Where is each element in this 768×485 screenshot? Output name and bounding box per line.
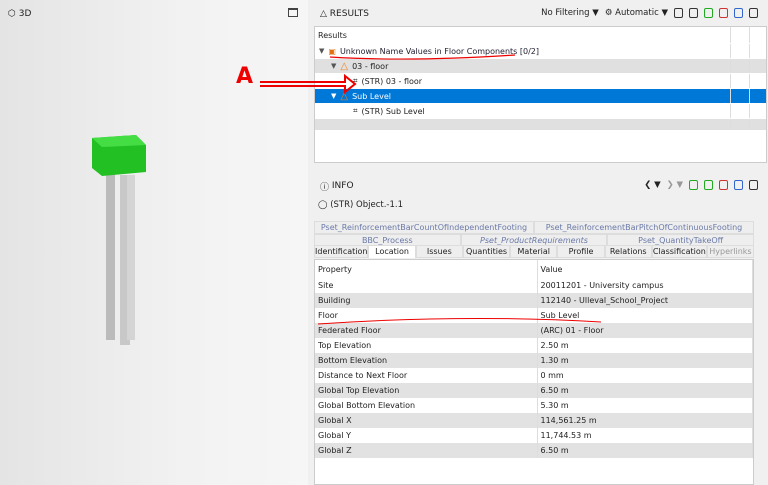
filter-value: No Filtering	[541, 8, 590, 18]
table-row[interactable]: Global X 114,561.25 m	[315, 413, 753, 428]
property-name: Distance to Next Floor	[315, 368, 538, 383]
results-header: △ RESULTS No Filtering ▼ ⚙ Automatic ▼	[314, 4, 768, 24]
property-value: 20011201 - University campus	[537, 278, 753, 293]
tab-pset-pitch[interactable]: Pset_ReinforcementBarPitchOfContinuousFo…	[534, 221, 754, 234]
add-icon[interactable]	[704, 8, 713, 18]
property-value: 1.30 m	[537, 353, 753, 368]
property-value: 2.50 m	[537, 338, 753, 353]
property-name: Global Z	[315, 443, 538, 458]
clipboard-icon[interactable]	[734, 180, 743, 190]
property-name: Site	[315, 278, 538, 293]
property-name: Building	[315, 293, 538, 308]
table-row[interactable]: Global Top Elevation 6.50 m	[315, 383, 753, 398]
table-row[interactable]: Top Elevation 2.50 m	[315, 338, 753, 353]
property-name: Global Top Elevation	[315, 383, 538, 398]
property-value: 114,561.25 m	[537, 413, 753, 428]
info-icon: ⓘ	[320, 182, 332, 193]
property-name: Global X	[315, 413, 538, 428]
tab-location[interactable]: Location	[368, 245, 416, 258]
add-icon[interactable]	[704, 180, 713, 190]
tab-profile[interactable]: Profile	[557, 245, 605, 258]
highlight-icon[interactable]	[689, 180, 698, 190]
mode-value: Automatic	[615, 8, 659, 18]
object-name: (STR) Object.-1.1	[330, 200, 404, 210]
property-name: Top Elevation	[315, 338, 538, 353]
tab-identification[interactable]: Identification	[314, 245, 369, 258]
property-name: Global Y	[315, 428, 538, 443]
remove-icon[interactable]	[719, 180, 728, 190]
tab-pset-count[interactable]: Pset_ReinforcementBarCountOfIndependentF…	[314, 221, 534, 234]
table-row[interactable]: Building 112140 - Ulleval_School_Project	[315, 293, 753, 308]
table-row[interactable]: Global Bottom Elevation 5.30 m	[315, 398, 753, 413]
tree-item[interactable]: ⌗ (STR) Sub Level	[315, 104, 766, 119]
maximize-icon[interactable]	[749, 8, 758, 18]
clipboard-icon[interactable]	[734, 8, 743, 18]
tab-hyperlinks[interactable]: Hyperlinks	[706, 245, 755, 258]
annotation-overlay	[260, 54, 516, 95]
tab-quantities[interactable]: Quantities	[462, 245, 511, 258]
filter-dropdown[interactable]: No Filtering ▼	[541, 8, 599, 18]
tab-material[interactable]: Material	[510, 245, 558, 258]
property-value: 112140 - Ulleval_School_Project	[537, 293, 753, 308]
back-button[interactable]: ❮ ▼	[644, 180, 660, 190]
tab-classification[interactable]: Classification	[651, 245, 707, 258]
header-property: Property	[315, 260, 538, 278]
results-title: RESULTS	[329, 9, 370, 19]
property-name: Global Bottom Elevation	[315, 398, 538, 413]
table-row[interactable]: Distance to Next Floor 0 mm	[315, 368, 753, 383]
tree-label: (STR) Sub Level	[361, 106, 425, 116]
tab-issues[interactable]: Issues	[415, 245, 463, 258]
mode-dropdown[interactable]: ⚙ Automatic ▼	[605, 8, 668, 18]
forward-button[interactable]: ❯ ▼	[667, 180, 683, 190]
table-row[interactable]: Global Y 11,744.53 m	[315, 428, 753, 443]
properties-table[interactable]: Property Value Site 20011201 - University …	[314, 259, 754, 485]
maximize-icon[interactable]	[749, 180, 758, 190]
table-row[interactable]: Bottom Elevation 1.30 m	[315, 353, 753, 368]
info-header: ⓘ INFO ❮ ▼ ❯ ▼	[314, 176, 768, 196]
property-value: 11,744.53 m	[537, 428, 753, 443]
annotation-label: A	[236, 64, 254, 89]
property-value: 5.30 m	[537, 398, 753, 413]
property-value: 0 mm	[537, 368, 753, 383]
table-row[interactable]: Global Z 6.50 m	[315, 443, 753, 458]
tree-view-icon[interactable]	[674, 8, 683, 18]
column-header-results: Results	[318, 30, 347, 40]
object-label: ◯ (STR) Object.-1.1	[318, 200, 404, 210]
info-title: INFO	[331, 181, 354, 191]
remove-icon[interactable]	[719, 8, 728, 18]
table-row[interactable]: Site 20011201 - University campus	[315, 278, 753, 293]
triangle-icon: △	[320, 9, 330, 19]
property-value: 6.50 m	[537, 383, 753, 398]
property-value: 6.50 m	[537, 443, 753, 458]
property-name: Bottom Elevation	[315, 353, 538, 368]
list-view-icon[interactable]	[689, 8, 698, 18]
floor-underline	[317, 317, 602, 325]
header-value: Value	[537, 260, 753, 278]
tab-relations[interactable]: Relations	[604, 245, 652, 258]
